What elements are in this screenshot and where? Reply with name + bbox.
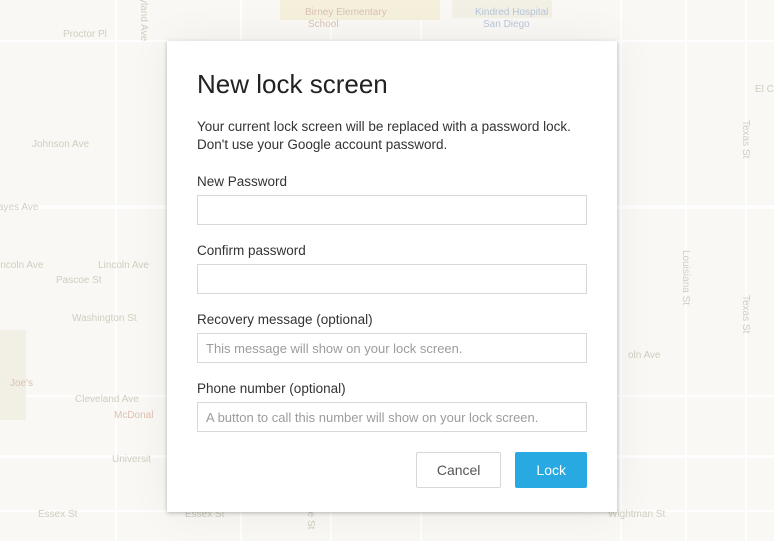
new-password-input[interactable] [197, 195, 587, 225]
phone-number-field: Phone number (optional) [197, 381, 587, 432]
phone-number-input[interactable] [197, 402, 587, 432]
dialog-title: New lock screen [197, 69, 587, 100]
recovery-message-field: Recovery message (optional) [197, 312, 587, 363]
lock-button[interactable]: Lock [515, 452, 587, 488]
lock-screen-dialog: New lock screen Your current lock screen… [167, 41, 617, 512]
cancel-button[interactable]: Cancel [416, 452, 502, 488]
dialog-actions: Cancel Lock [197, 452, 587, 488]
recovery-message-input[interactable] [197, 333, 587, 363]
confirm-password-field: Confirm password [197, 243, 587, 294]
recovery-message-label: Recovery message (optional) [197, 312, 587, 327]
dialog-description: Your current lock screen will be replace… [197, 118, 587, 154]
phone-number-label: Phone number (optional) [197, 381, 587, 396]
new-password-label: New Password [197, 174, 587, 189]
confirm-password-input[interactable] [197, 264, 587, 294]
new-password-field: New Password [197, 174, 587, 225]
confirm-password-label: Confirm password [197, 243, 587, 258]
